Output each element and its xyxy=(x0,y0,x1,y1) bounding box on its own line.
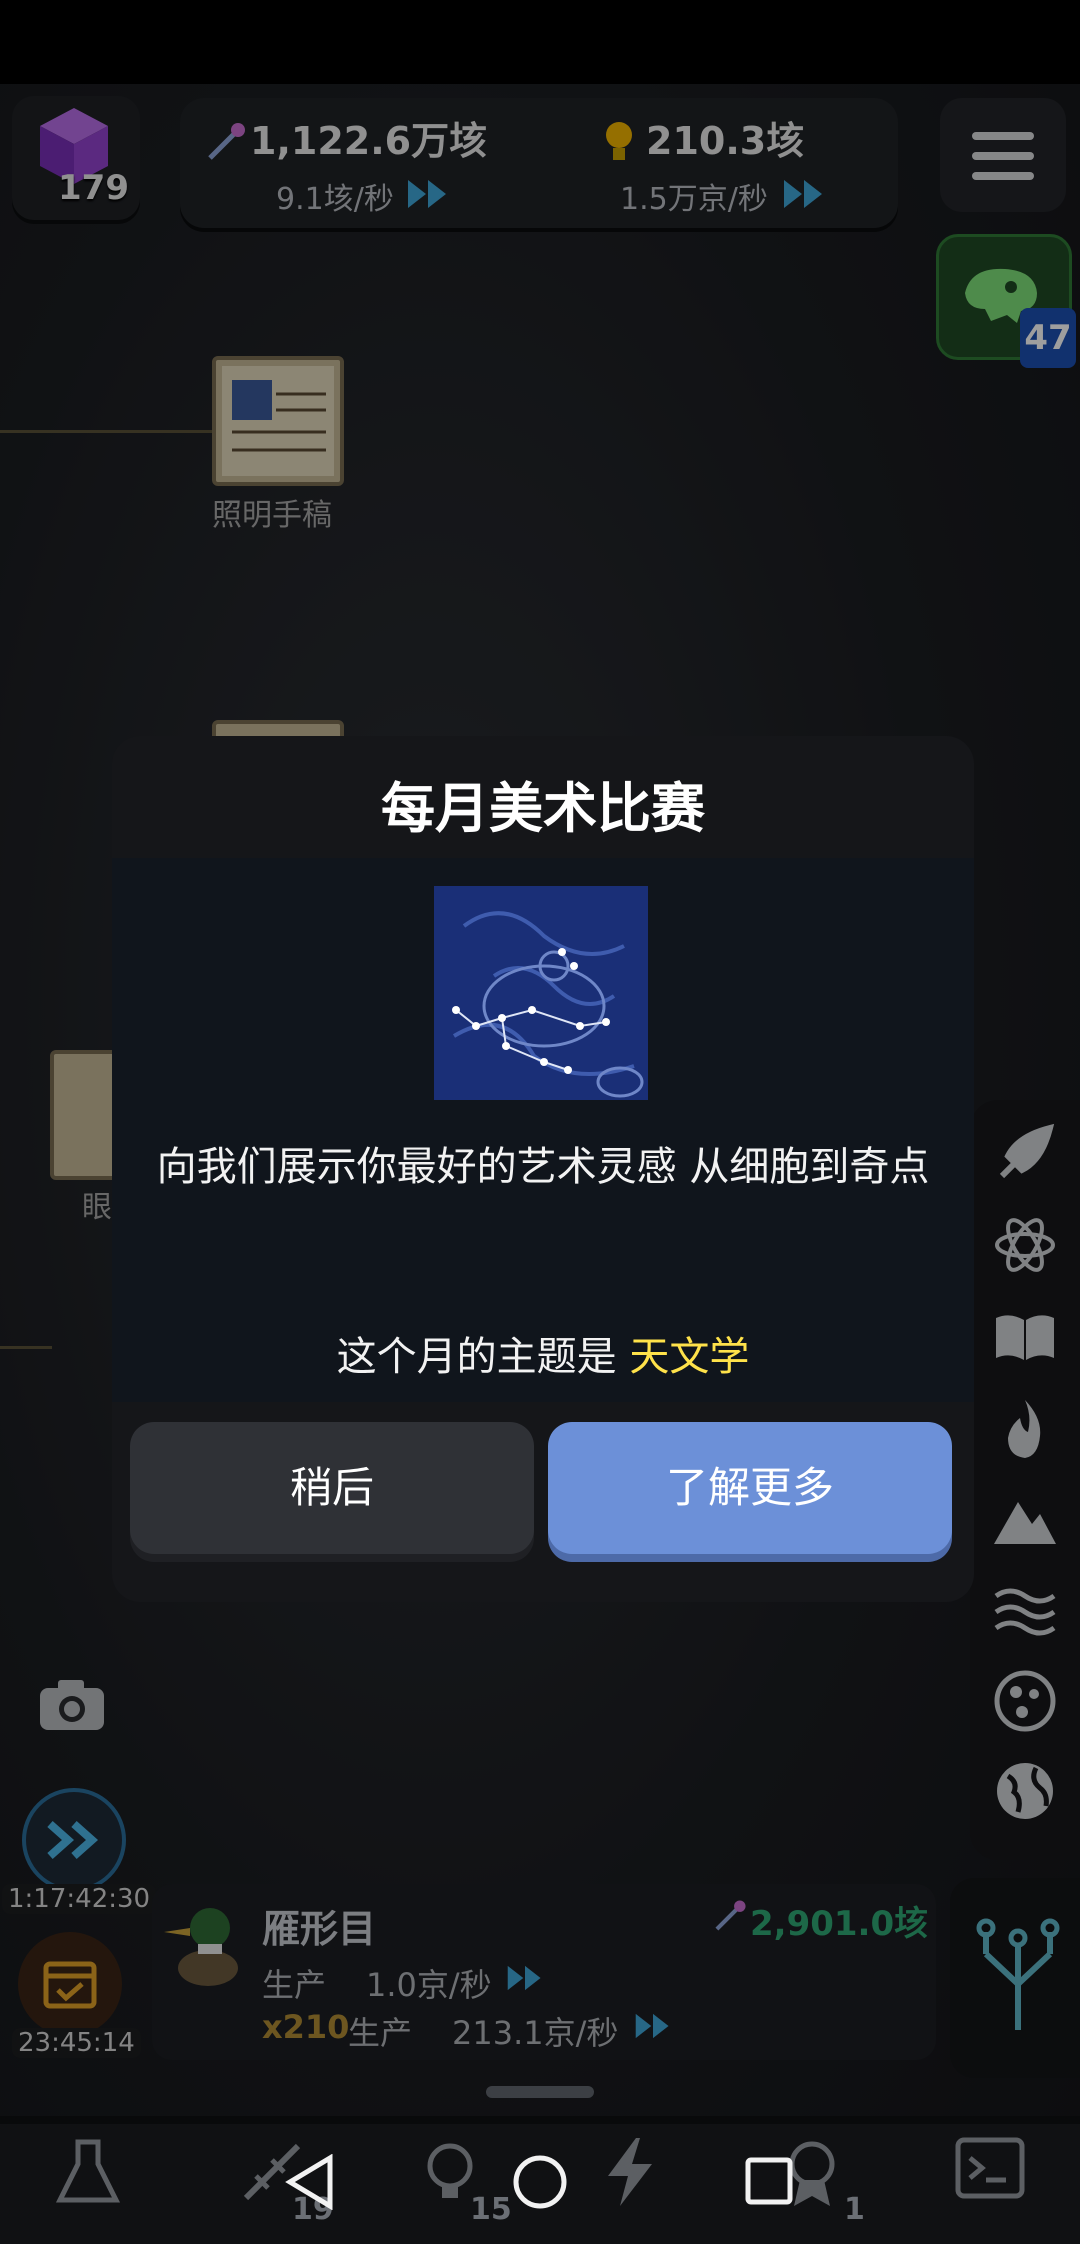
fast-forward-icon xyxy=(635,2013,669,2039)
atom-icon[interactable] xyxy=(992,1212,1058,1278)
resource-panel[interactable]: 1,122.6万垓 9.1垓/秒 210.3垓 1.5万京/秒 xyxy=(180,98,898,228)
secondary-rate: 1.5万京/秒 xyxy=(620,182,768,217)
theme-value: 天文学 xyxy=(629,1334,750,1380)
calendar-timer: 23:45:14 xyxy=(12,2028,141,2058)
recents-icon[interactable] xyxy=(744,2156,794,2206)
species-name: 雁形目 xyxy=(262,1907,377,1951)
monthly-art-contest-dialog: 每月美术比赛 向我们展示你最好的艺术灵感 从细胞到奇点 这个月的主题是 天文学 … xyxy=(112,736,974,1602)
dialog-description: 向我们展示你最好的艺术灵感 从细胞到奇点 xyxy=(156,1144,930,1190)
tree-branch-icon xyxy=(976,1918,1060,2030)
total-production-value: 213.1京/秒 xyxy=(452,2014,619,2052)
dialog-header: 每月美术比赛 xyxy=(112,736,974,858)
book-icon[interactable] xyxy=(992,1304,1058,1370)
lightbulb-icon xyxy=(606,122,632,160)
back-icon[interactable] xyxy=(284,2154,336,2210)
calendar-check-icon xyxy=(43,1961,97,2009)
level-cube-button[interactable]: 179 xyxy=(12,96,140,220)
dialog-footer: 稍后 了解更多 xyxy=(112,1402,974,1602)
tree-connector xyxy=(0,430,212,433)
fast-forward-icon xyxy=(47,1821,99,1859)
tree-node-illuminated-manuscript[interactable] xyxy=(212,356,344,486)
system-nav-bar xyxy=(0,2124,1080,2244)
dna-resource-icon xyxy=(715,1900,746,1931)
fast-forward-icon xyxy=(784,180,822,208)
species-cost: 2,901.0垓 xyxy=(750,1904,929,1944)
secondary-amount: 210.3垓 xyxy=(646,119,805,163)
drawer-handle[interactable] xyxy=(486,2086,594,2098)
manuscript-icon xyxy=(222,366,334,476)
tree-node-label: 眼 xyxy=(82,1190,112,1225)
status-bar xyxy=(0,0,1080,84)
dialog-theme-line: 这个月的主题是 天文学 xyxy=(112,1324,974,1382)
fast-forward-icon xyxy=(408,180,446,208)
menu-icon xyxy=(972,132,1034,140)
production-value: 1.0京/秒 xyxy=(366,1966,492,2004)
evolution-tree-button[interactable] xyxy=(950,1878,1080,2078)
multiplier: x210 xyxy=(262,2008,350,2046)
camera-icon[interactable] xyxy=(38,1676,106,1732)
fast-forward-timer: 1:17:42:30 xyxy=(2,1884,157,1914)
production-label: 生产 xyxy=(262,1966,327,2004)
fast-forward-button[interactable] xyxy=(22,1788,126,1892)
dinosaur-count-badge: 47 xyxy=(1020,308,1076,368)
dna-resource-icon xyxy=(208,123,245,160)
primary-amount: 1,122.6万垓 xyxy=(250,119,488,163)
dialog-title: 每月美术比赛 xyxy=(381,777,705,840)
duck-icon xyxy=(164,1908,238,1986)
menu-button[interactable] xyxy=(940,98,1066,212)
fire-icon[interactable] xyxy=(992,1396,1058,1462)
globe-icon[interactable] xyxy=(992,1758,1058,1824)
waves-icon[interactable] xyxy=(992,1578,1058,1644)
tree-node-label: 照明手稿 xyxy=(212,498,332,533)
level-number: 179 xyxy=(58,168,129,208)
learn-more-button[interactable]: 了解更多 xyxy=(548,1422,952,1554)
rocket-icon[interactable] xyxy=(992,1120,1058,1186)
calendar-button[interactable] xyxy=(18,1932,122,2036)
primary-rate: 9.1垓/秒 xyxy=(276,182,394,217)
species-card[interactable]: 雁形目 2,901.0垓 生产 1.0京/秒 x210 生产 213.1京/秒 xyxy=(152,1884,936,2060)
fast-forward-icon xyxy=(507,1965,541,1991)
mountain-icon[interactable] xyxy=(992,1488,1058,1554)
later-button[interactable]: 稍后 xyxy=(130,1422,534,1554)
total-production-label: 生产 xyxy=(348,2014,413,2052)
constellation-artwork-image xyxy=(434,886,648,1100)
tree-node-eye[interactable] xyxy=(50,1050,118,1180)
cell-icon[interactable] xyxy=(992,1668,1058,1734)
home-icon[interactable] xyxy=(512,2154,568,2210)
theme-prefix: 这个月的主题是 xyxy=(336,1334,630,1380)
tree-connector xyxy=(0,1346,52,1349)
